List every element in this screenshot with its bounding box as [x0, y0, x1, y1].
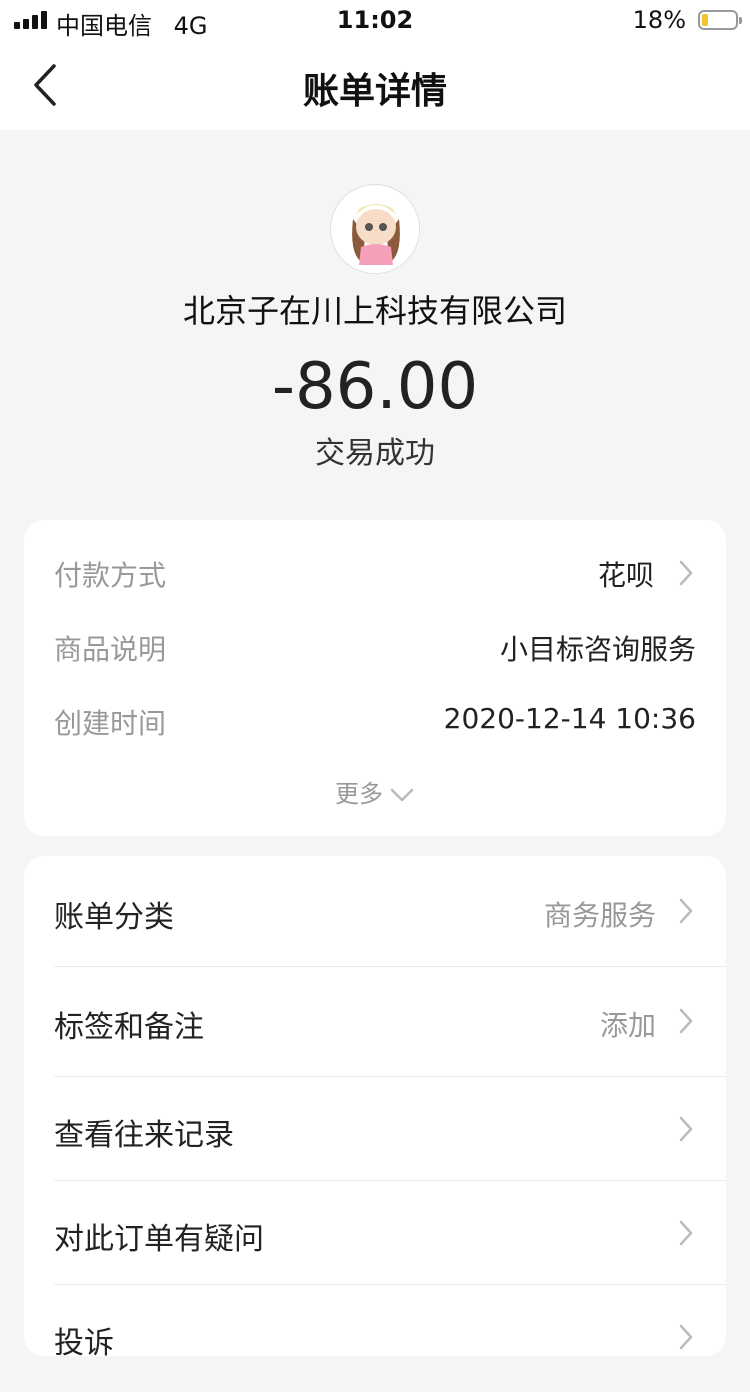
chevron-right-icon: [676, 1218, 696, 1248]
complaint-row[interactable]: 投诉: [24, 1282, 726, 1392]
order-question-label: 对此订单有疑问: [54, 1222, 264, 1257]
bill-category-row[interactable]: 账单分类 商务服务: [24, 856, 726, 966]
bill-category-value: 商务服务: [543, 899, 656, 932]
more-button[interactable]: 更多: [24, 774, 726, 809]
product-description-value: 小目标咨询服务: [499, 633, 696, 666]
created-time-row: 创建时间 2020-12-14 10:36: [54, 702, 696, 742]
transaction-details-card: 付款方式 花呗 商品说明 小目标咨询服务 创建时间 2020-12-14 10:…: [24, 520, 726, 836]
tags-notes-value: 添加: [599, 1009, 656, 1042]
created-time-label: 创建时间: [54, 707, 167, 740]
battery-icon: [698, 10, 742, 30]
complaint-label: 投诉: [54, 1326, 114, 1361]
status-bar: 中国电信 4G 11:02 18%: [0, 0, 750, 42]
transaction-amount: -86.00: [271, 350, 479, 424]
actions-card: 账单分类 商务服务 标签和备注 添加 查看往来记录 对此订单有疑问 投诉: [24, 856, 726, 1361]
battery-percentage: 18%: [632, 6, 686, 34]
payment-method-label: 付款方式: [54, 559, 167, 592]
payment-method-value: 花呗: [597, 559, 654, 592]
merchant-avatar: [330, 184, 420, 274]
tags-notes-row[interactable]: 标签和备注 添加: [24, 966, 726, 1076]
more-label: 更多: [335, 780, 383, 808]
created-time-value: 2020-12-14 10:36: [443, 702, 696, 735]
product-description-label: 商品说明: [54, 633, 167, 666]
page-title: 账单详情: [302, 71, 447, 112]
merchant-name: 北京子在川上科技有限公司: [182, 292, 567, 330]
tags-notes-label: 标签和备注: [54, 1010, 204, 1045]
chevron-down-icon: [389, 781, 415, 809]
nav-bar: 账单详情: [0, 42, 750, 130]
chevron-right-icon: [676, 1006, 696, 1036]
bill-category-label: 账单分类: [54, 900, 174, 935]
order-question-row[interactable]: 对此订单有疑问: [24, 1178, 726, 1288]
view-history-label: 查看往来记录: [54, 1118, 234, 1153]
payment-method-row[interactable]: 付款方式 花呗: [54, 554, 696, 594]
chevron-right-icon: [676, 1322, 696, 1352]
view-history-row[interactable]: 查看往来记录: [24, 1074, 726, 1184]
chevron-right-icon: [676, 1114, 696, 1144]
chevron-right-icon: [676, 896, 696, 926]
transaction-status: 交易成功: [315, 436, 435, 471]
chevron-right-icon: [676, 558, 696, 588]
product-description-row: 商品说明 小目标咨询服务: [54, 628, 696, 668]
